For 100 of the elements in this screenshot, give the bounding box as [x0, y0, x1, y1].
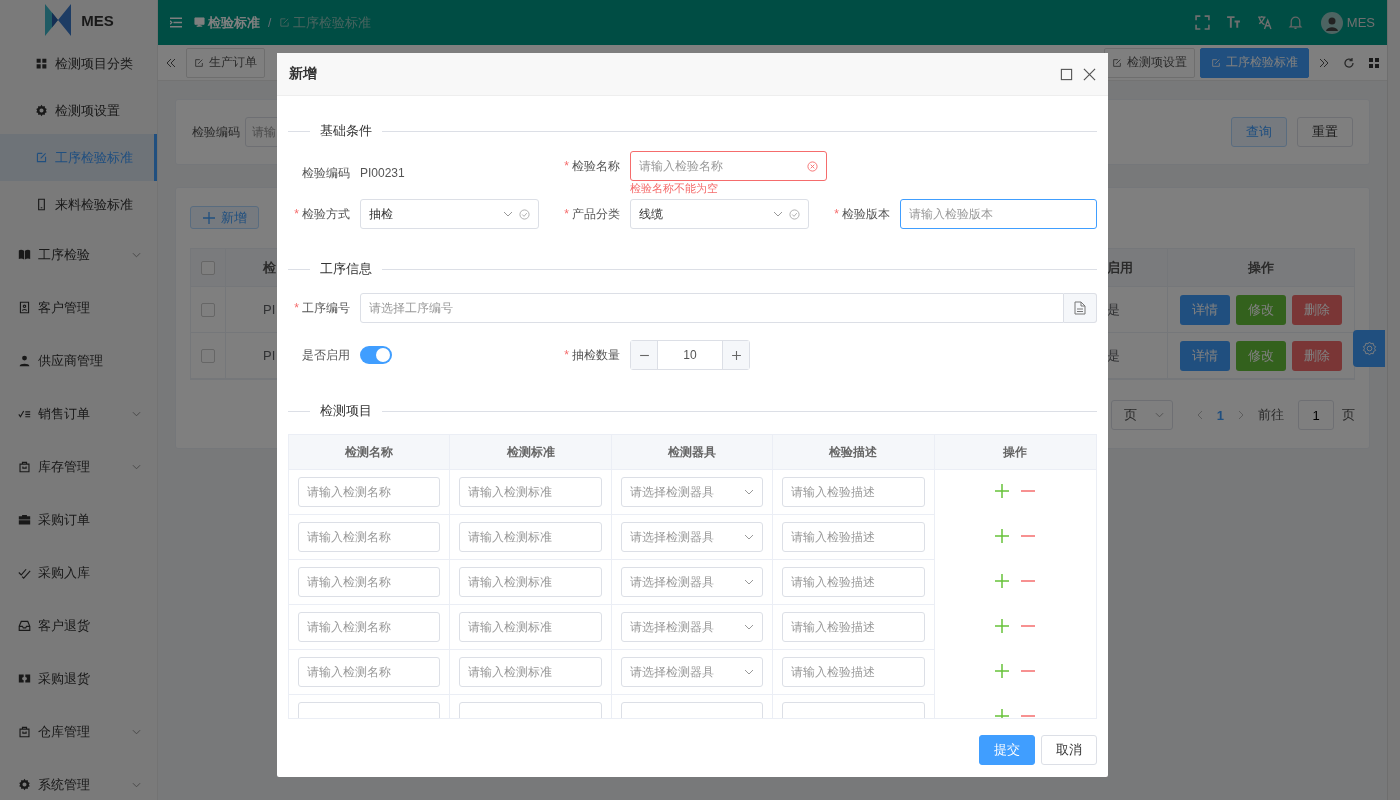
- nav-item[interactable]: 工序检验: [0, 228, 157, 281]
- nav-item[interactable]: 检测项设置: [0, 87, 157, 134]
- section-title: 工序信息: [319, 260, 373, 278]
- nav-item[interactable]: 检测项目分类: [0, 40, 157, 87]
- row-action-button[interactable]: 删除: [1292, 340, 1342, 371]
- nav-item[interactable]: 系统管理: [0, 758, 157, 800]
- field-label: 检验编码: [301, 164, 350, 182]
- tool-input[interactable]: 请选择检测器具: [629, 530, 741, 544]
- bell-icon[interactable]: [1287, 15, 1303, 30]
- page-tab[interactable]: 生产订单: [186, 47, 265, 78]
- menu-icon[interactable]: [170, 17, 182, 28]
- next-page-icon[interactable]: [1238, 410, 1244, 420]
- goto-page-field[interactable]: 1: [1298, 400, 1334, 430]
- column-header: 检验描述: [773, 435, 935, 470]
- input-field[interactable]: 请输入检验名称: [630, 151, 827, 181]
- maximize-icon[interactable]: [1060, 67, 1073, 81]
- row-checkbox[interactable]: [201, 348, 215, 363]
- error-message: 检验名称不能为空: [630, 181, 718, 195]
- logo-text: MES: [81, 11, 114, 29]
- column-header: 检测名称: [289, 435, 451, 470]
- goto-label: 前往: [1258, 406, 1284, 424]
- page-size-select[interactable]: 页: [1110, 400, 1173, 430]
- double-chevron-left-icon: [165, 56, 177, 69]
- dialog-button[interactable]: 提交: [979, 735, 1035, 765]
- add-row-icon[interactable]: [995, 574, 1010, 588]
- plus-icon: [730, 349, 742, 361]
- increment-button[interactable]: [723, 341, 749, 369]
- nav-item[interactable]: 仓库管理: [0, 705, 157, 758]
- breadcrumb-item[interactable]: 检验标准: [194, 13, 260, 32]
- gear-icon: [18, 778, 31, 791]
- add-row-icon[interactable]: [995, 529, 1010, 543]
- select-field[interactable]: 线缆: [630, 199, 809, 229]
- nav-item[interactable]: 客户退货: [0, 599, 157, 652]
- grid-icon: [35, 57, 48, 70]
- row-action-button[interactable]: 详情: [1180, 340, 1230, 371]
- page-tab[interactable]: 检测项设置: [1104, 47, 1195, 78]
- select-field[interactable]: 请选择检测器具: [620, 477, 764, 507]
- chevron-down-icon: [744, 534, 755, 540]
- add-row-icon[interactable]: [995, 484, 1010, 498]
- column-header: 检测器具: [611, 435, 774, 470]
- row-action-button[interactable]: 删除: [1292, 294, 1342, 325]
- nav-item[interactable]: 采购入库: [0, 546, 157, 599]
- logo-icon: [43, 2, 74, 38]
- chevron-down-icon: [1154, 412, 1164, 418]
- nav-item[interactable]: 销售订单: [0, 387, 157, 440]
- select-field[interactable]: 请选择检测器具: [620, 567, 764, 597]
- browse-button[interactable]: [1064, 293, 1097, 323]
- name-input[interactable]: 请输入检验名称: [639, 159, 801, 173]
- page-suffix: 页: [1342, 406, 1355, 424]
- edit-icon: [35, 151, 48, 164]
- version-input[interactable]: 请输入检验版本: [909, 207, 1088, 221]
- grid-icon: [1368, 56, 1380, 69]
- toggle-switch[interactable]: [360, 346, 392, 364]
- add-row-icon[interactable]: [995, 619, 1010, 633]
- tool-input[interactable]: 请选择检测器具: [629, 620, 741, 634]
- page-number[interactable]: 1: [1216, 407, 1224, 423]
- select-all-checkbox[interactable]: [201, 260, 215, 275]
- translate-icon[interactable]: [1256, 15, 1272, 30]
- row-action-button[interactable]: 详情: [1180, 294, 1230, 325]
- fullscreen-icon[interactable]: [1194, 15, 1210, 30]
- settings-button[interactable]: [1353, 330, 1385, 367]
- input-field[interactable]: 请输入检验版本: [900, 199, 1097, 229]
- font-size-icon[interactable]: [1225, 15, 1241, 30]
- nav-item[interactable]: 供应商管理: [0, 334, 157, 387]
- nav-item[interactable]: 采购订单: [0, 493, 157, 546]
- search-button[interactable]: 重置: [1297, 117, 1353, 147]
- select-field[interactable]: 抽检: [360, 199, 539, 229]
- nav-item[interactable]: 客户管理: [0, 281, 157, 334]
- decrement-button[interactable]: [631, 341, 657, 369]
- nav-item[interactable]: 来料检验标准: [0, 181, 157, 228]
- column-header: 操作: [1167, 249, 1354, 286]
- page-tab[interactable]: 工序检验标准: [1200, 47, 1309, 78]
- row-checkbox[interactable]: [201, 302, 215, 317]
- select-field[interactable]: 请选择检测器具: [620, 612, 764, 642]
- add-row-icon[interactable]: [995, 664, 1010, 678]
- breadcrumb-item: 工序检验标准: [279, 13, 372, 32]
- error-icon: [807, 160, 818, 172]
- section-title: 基础条件: [319, 122, 373, 140]
- gear-icon: [35, 104, 48, 117]
- bag-icon: [18, 460, 31, 473]
- select-field[interactable]: 请选择工序编号: [360, 293, 1064, 323]
- tool-input[interactable]: 请选择检测器具: [629, 665, 741, 679]
- field-label: 检验编码: [192, 123, 240, 141]
- tool-input[interactable]: 请选择检测器具: [629, 485, 741, 499]
- dialog-button[interactable]: 取消: [1041, 735, 1097, 765]
- field-label: * 检验名称: [563, 157, 620, 175]
- previous-page-icon[interactable]: [1196, 410, 1203, 420]
- field-label: * 抽检数量: [563, 346, 620, 364]
- nav-item[interactable]: 库存管理: [0, 440, 157, 493]
- tool-input[interactable]: 请选择检测器具: [629, 575, 741, 589]
- quantity-field[interactable]: 10: [657, 341, 723, 369]
- nav-item[interactable]: 采购退货: [0, 652, 157, 705]
- book-icon: [18, 248, 31, 261]
- select-field[interactable]: 请选择检测器具: [620, 657, 764, 687]
- process-number-input[interactable]: 请选择工序编号: [369, 301, 1055, 315]
- close-icon[interactable]: [1083, 67, 1096, 81]
- select-field[interactable]: 请选择检测器具: [620, 522, 764, 552]
- edit-icon: [279, 17, 291, 28]
- avatar-icon[interactable]: [1320, 11, 1343, 34]
- quantity-stepper[interactable]: 10: [630, 340, 750, 370]
